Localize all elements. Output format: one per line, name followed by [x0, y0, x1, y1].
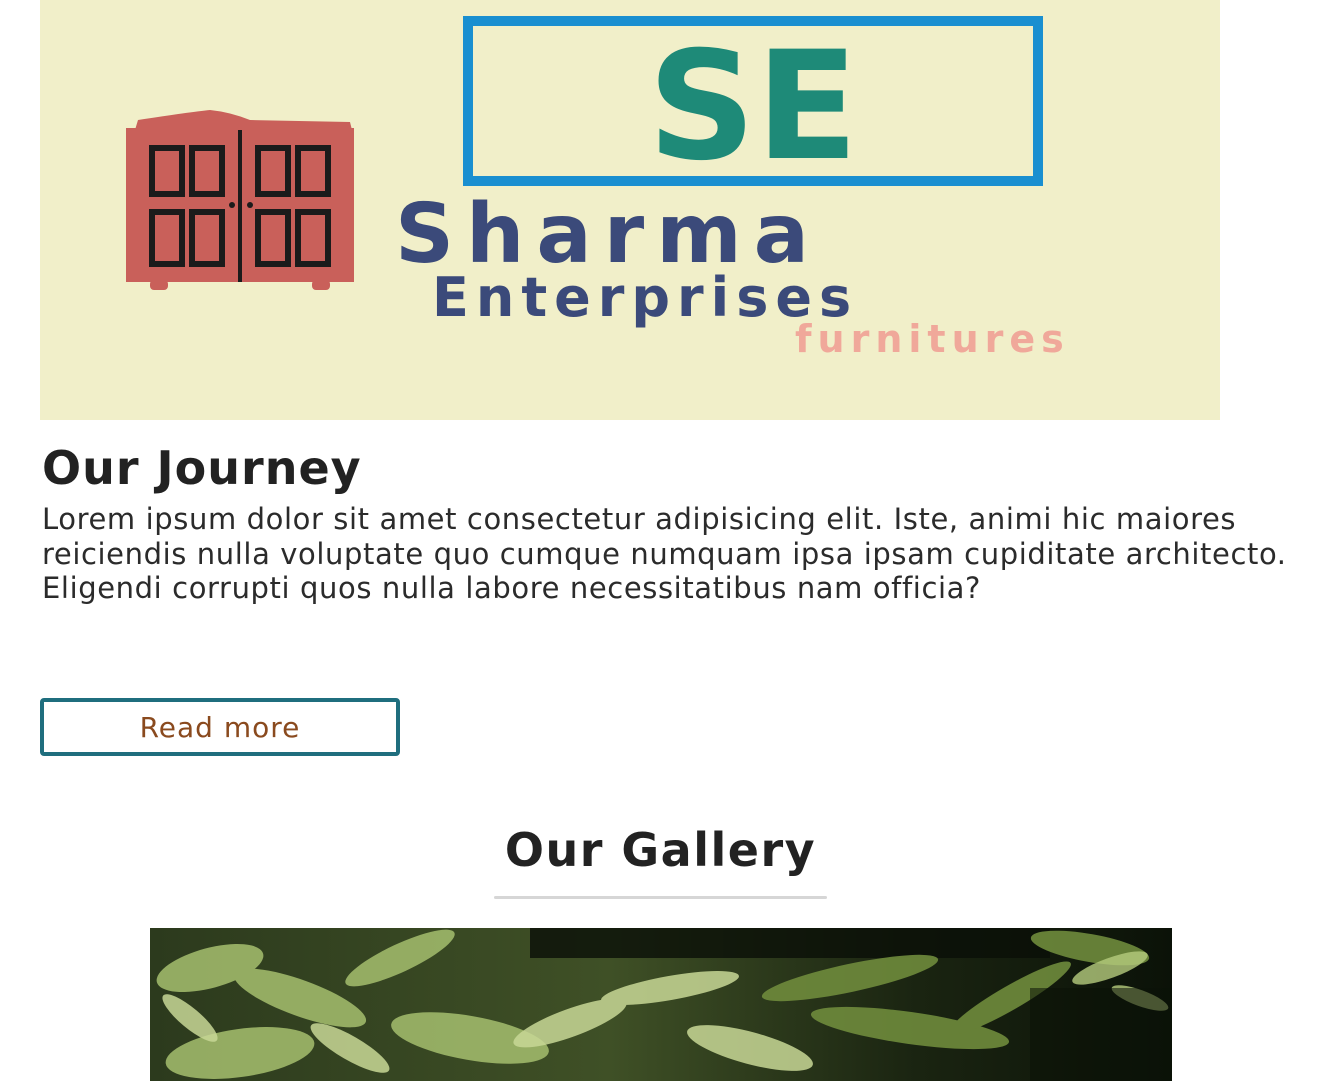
company-logo-banner: SE Sharma Enterprises furnitures [40, 0, 1220, 420]
gallery-title: Our Gallery [504, 823, 817, 877]
wardrobe-icon [126, 110, 354, 290]
logo-monogram: SE [648, 20, 859, 194]
gallery-divider [494, 896, 827, 899]
journey-text: Lorem ipsum dolor sit amet consectetur a… [42, 502, 1287, 605]
company-logo: SE Sharma Enterprises furnitures [126, 16, 1070, 361]
read-more-button[interactable]: Read more [40, 698, 400, 756]
logo-line-furnitures: furnitures [795, 317, 1070, 361]
journey-title: Our Journey [42, 441, 362, 495]
page: SE Sharma Enterprises furnitures Our Jou… [0, 0, 1321, 1081]
gallery-image-graphic [150, 928, 1172, 1081]
gallery-image-plants[interactable] [150, 928, 1172, 1081]
